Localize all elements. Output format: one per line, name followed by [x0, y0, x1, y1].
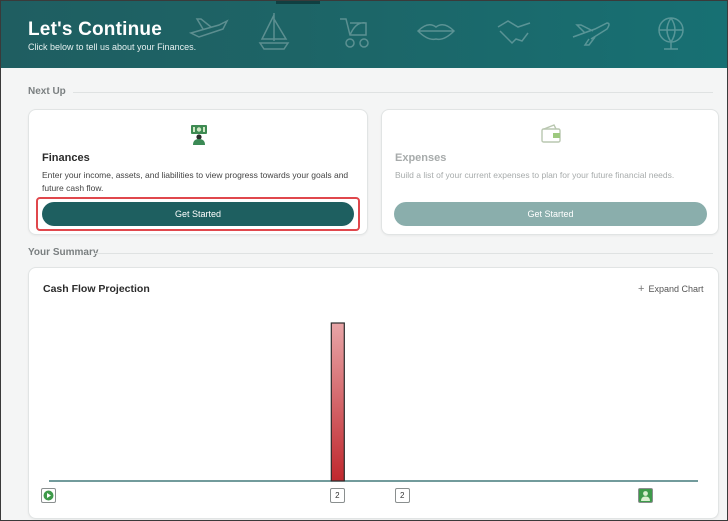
play-icon	[43, 490, 54, 501]
chart-bars	[330, 322, 345, 482]
person-icon	[641, 491, 651, 501]
person-marker[interactable]	[638, 488, 654, 503]
chart-bar-0[interactable]	[330, 322, 345, 482]
marker-2a[interactable]: 2	[329, 488, 345, 503]
cash-flow-chart	[49, 322, 698, 482]
app-frame: Let's Continue Click below to tell us ab…	[0, 0, 728, 521]
marker-2b[interactable]: 2	[394, 488, 410, 503]
start-marker[interactable]	[41, 488, 56, 503]
